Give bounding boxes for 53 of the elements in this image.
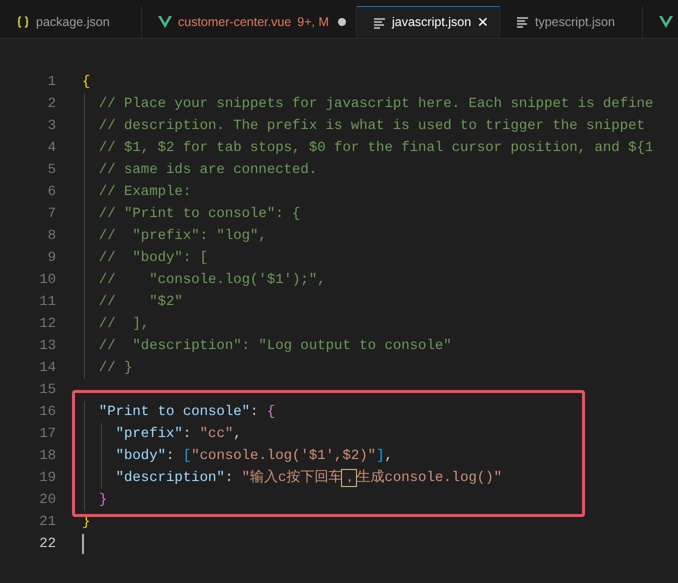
line-number: 15 bbox=[38, 380, 56, 400]
close-button[interactable]: ✕ bbox=[477, 12, 490, 33]
line-number: 16 bbox=[38, 402, 56, 422]
code-line: "Print to console": { bbox=[98, 402, 276, 422]
code-line: "prefix": "cc", bbox=[114, 424, 242, 444]
problem-count: 9+, M bbox=[297, 14, 329, 31]
code-line: // "Print to console": { bbox=[98, 204, 300, 224]
line-number: 6 bbox=[46, 182, 56, 202]
line-number: 17 bbox=[38, 424, 56, 444]
line-number: 19 bbox=[38, 468, 56, 488]
code-line: // } bbox=[98, 358, 132, 378]
code-line: // Place your snippets for javascript here. Each snippet is define bbox=[98, 94, 654, 114]
line-number: 22 bbox=[38, 534, 56, 554]
code-line: // description. The prefix is what is used to trigger the snippet bbox=[98, 116, 645, 136]
line-number: 7 bbox=[46, 204, 56, 224]
line-number: 14 bbox=[38, 358, 56, 378]
line-number: 1 bbox=[46, 72, 56, 92]
code-line: } bbox=[98, 490, 108, 510]
code-line: // "prefix": "log", bbox=[98, 226, 267, 246]
code-line: // "body": [ bbox=[98, 248, 208, 268]
tab-label: javascript.json bbox=[392, 14, 472, 32]
lines-icon bbox=[516, 16, 529, 28]
editor-tab[interactable]: javascript.json ✕ bbox=[357, 6, 500, 38]
tab-label: customer-center.vue bbox=[178, 14, 292, 31]
code-line: "description": "输入c按下回车，生成console.log()" bbox=[114, 468, 502, 488]
code-line: "body": ["console.log('$1',$2)"], bbox=[114, 446, 393, 466]
braces-icon bbox=[16, 15, 30, 29]
tab-label: typescript.json bbox=[535, 14, 615, 31]
code-line: // "$2" bbox=[98, 292, 183, 312]
code-line: // $1, $2 for tab stops, $0 for the final cursor position, and ${1 bbox=[98, 138, 654, 158]
vue-logo-icon bbox=[158, 16, 172, 28]
line-number: 18 bbox=[38, 446, 56, 466]
line-number: 11 bbox=[38, 292, 56, 312]
tab-label: package.json bbox=[36, 14, 110, 31]
line-number: 9 bbox=[46, 248, 56, 268]
line-number: 13 bbox=[38, 336, 56, 356]
line-number: 12 bbox=[38, 314, 56, 334]
line-number: 21 bbox=[38, 512, 56, 532]
code-line: // Example: bbox=[98, 182, 192, 202]
lines-icon bbox=[373, 16, 386, 28]
line-number: 3 bbox=[46, 116, 56, 136]
code-line: // ], bbox=[98, 314, 150, 334]
line-number: 8 bbox=[46, 226, 56, 246]
code-line: { bbox=[82, 72, 90, 92]
line-number: 4 bbox=[46, 138, 56, 158]
vue-logo-icon bbox=[659, 16, 673, 28]
code-line: // "description": "Log output to console" bbox=[98, 336, 452, 356]
line-number: 10 bbox=[38, 270, 56, 290]
code-line: // same ids are connected. bbox=[98, 160, 318, 180]
line-number: 2 bbox=[46, 94, 56, 114]
code-line: // "console.log('$1');", bbox=[98, 270, 326, 290]
line-number: 5 bbox=[46, 160, 56, 180]
line-number: 20 bbox=[38, 490, 56, 510]
